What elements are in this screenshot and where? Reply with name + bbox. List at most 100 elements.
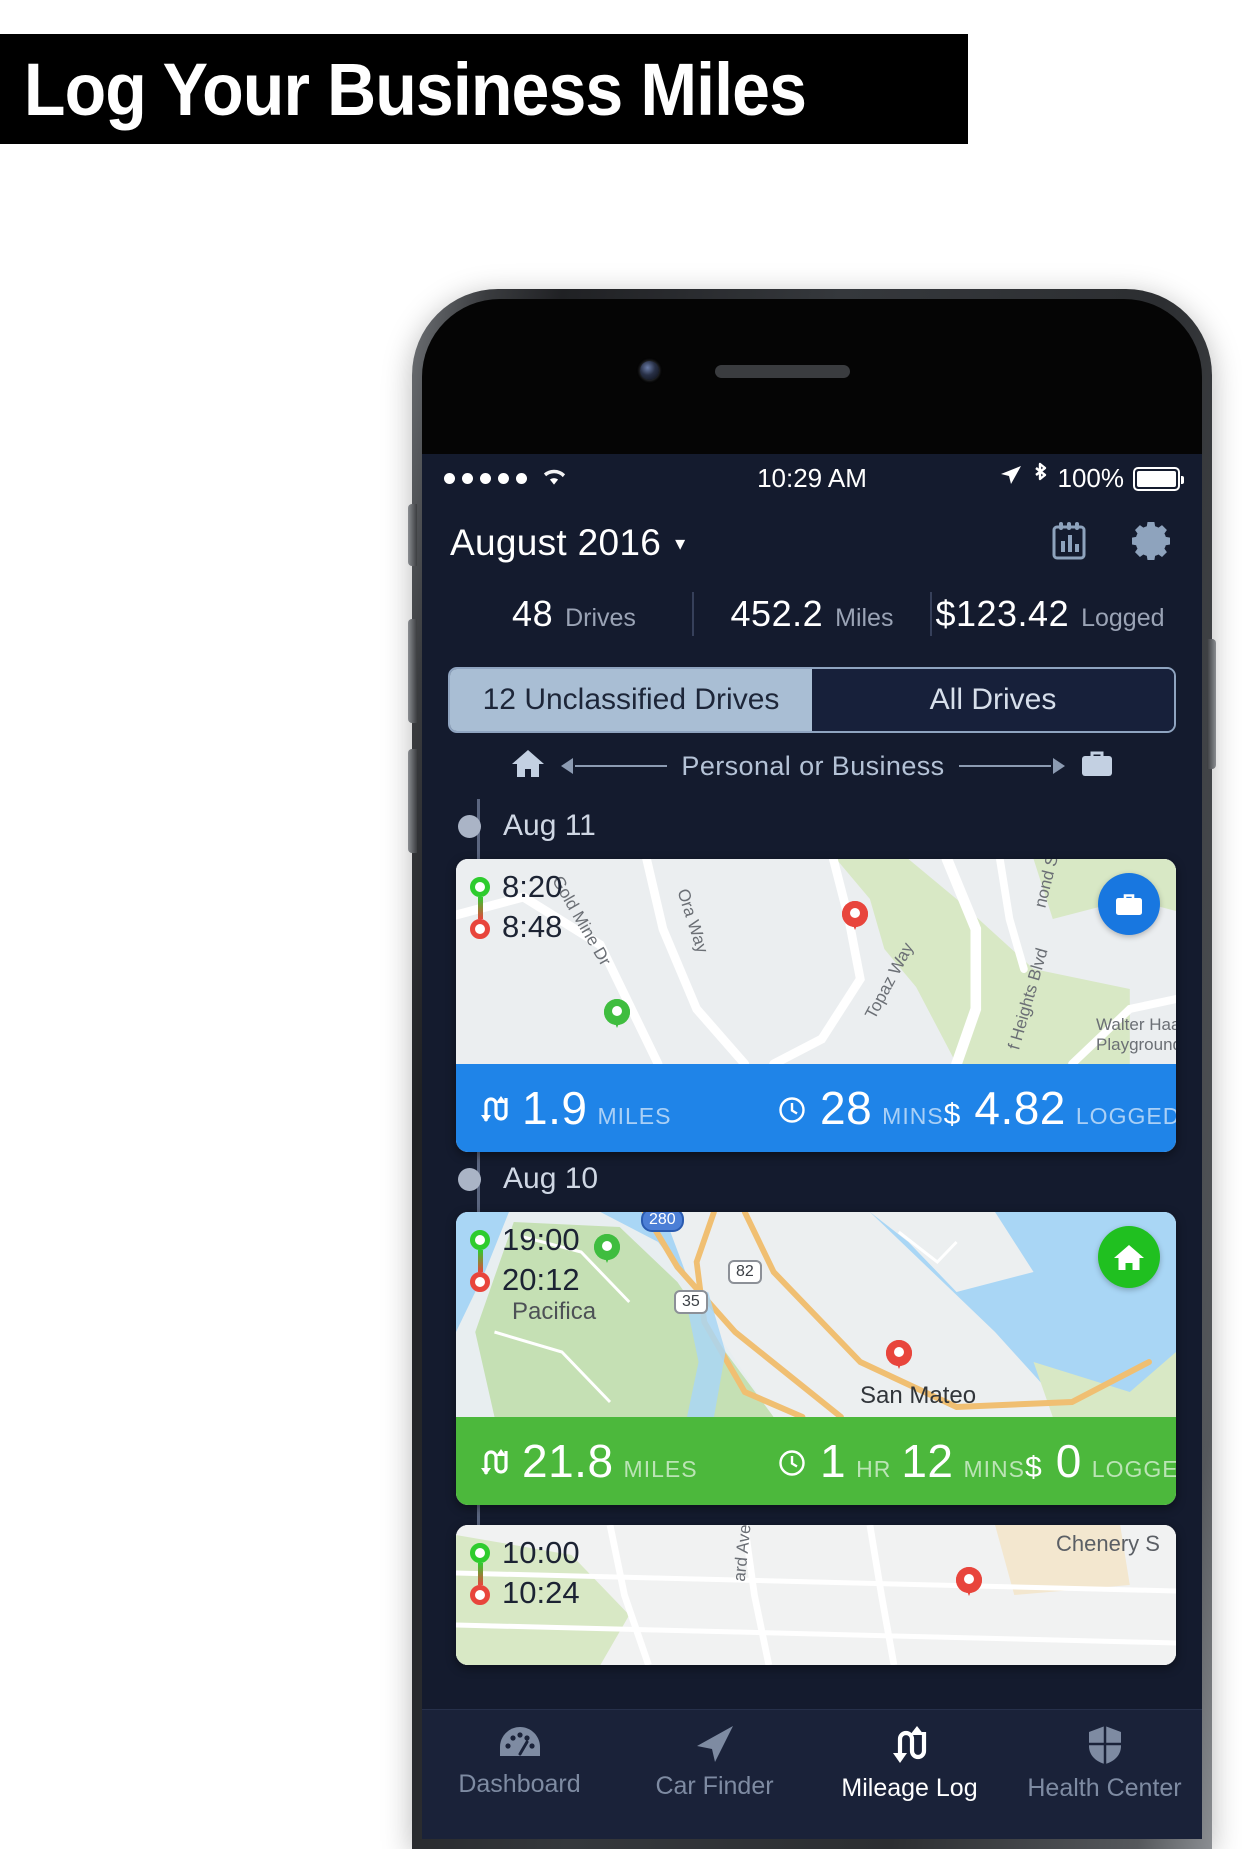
- distance-unit: MILES: [623, 1456, 698, 1482]
- gear-icon[interactable]: [1132, 520, 1174, 567]
- phone-bezel: 10:29 AM 100% August 2016 ▾ 48 Drives 45…: [422, 299, 1202, 1839]
- bluetooth-icon: [1032, 462, 1049, 495]
- drive-duration: 28 MINS: [778, 1081, 944, 1135]
- drive-map[interactable]: ard Ave Chenery S 10:00 10:24: [456, 1525, 1176, 1665]
- map-place-label: San Mateo: [860, 1382, 977, 1409]
- drive-summary-bar: 21.8 MILES 1 HR 12 MINS $ 0 LOGGE: [456, 1417, 1176, 1505]
- day-label: Aug 10: [503, 1162, 599, 1195]
- home-icon: [511, 748, 545, 785]
- signal-dot: [444, 473, 455, 484]
- highway-shield: 280: [641, 1212, 684, 1232]
- signal-dot: [462, 473, 473, 484]
- end-pin-icon: [470, 1585, 490, 1605]
- end-time: 8:48: [502, 909, 563, 944]
- drive-card[interactable]: Gold Mine Dr Ora Way Topaz Way f Heights…: [456, 859, 1176, 1152]
- battery-icon: [1133, 466, 1184, 491]
- volume-down-button: [408, 749, 417, 853]
- left-arrow-icon: [545, 757, 668, 775]
- status-bar-left: [444, 464, 812, 493]
- stat-label: Drives: [565, 604, 636, 632]
- tab-all-drives[interactable]: All Drives: [812, 669, 1174, 731]
- start-time: 8:20: [502, 869, 563, 904]
- duration-hours-value: 1: [820, 1435, 847, 1487]
- swipe-hint-text: Personal or Business: [681, 750, 945, 781]
- drive-card[interactable]: Pacifica San Mateo 280 82 35 19:00 20:12…: [456, 1212, 1176, 1505]
- amount-value: 0: [1055, 1435, 1082, 1487]
- highway-shield: 35: [674, 1290, 708, 1314]
- day-divider: Aug 11: [422, 799, 1202, 853]
- stat-value: 452.2: [730, 593, 824, 634]
- duration-value: 12: [901, 1435, 954, 1487]
- amount-label: LOGGED: [1075, 1103, 1176, 1129]
- headline-banner: Log Your Business Miles: [0, 34, 968, 144]
- front-camera: [640, 361, 659, 380]
- tab-car-finder[interactable]: Car Finder: [617, 1724, 812, 1801]
- drive-distance: 21.8 MILES: [478, 1434, 778, 1488]
- stat-label: Logged: [1081, 604, 1165, 632]
- drive-map[interactable]: Gold Mine Dr Ora Way Topaz Way f Heights…: [456, 859, 1176, 1064]
- tab-dashboard[interactable]: Dashboard: [422, 1724, 617, 1799]
- classification-badge-personal[interactable]: [1098, 1226, 1160, 1288]
- drive-distance: 1.9 MILES: [478, 1081, 778, 1135]
- tab-unclassified-drives[interactable]: 12 Unclassified Drives: [450, 669, 812, 731]
- summary-stats: 48 Drives 452.2 Miles $123.42 Logged: [450, 577, 1174, 651]
- duration-unit: MINS: [882, 1103, 944, 1129]
- duration-unit: MINS: [963, 1456, 1025, 1482]
- stat-miles: 452.2 Miles: [694, 593, 930, 635]
- currency-symbol: $: [1025, 1451, 1042, 1484]
- tab-health-center[interactable]: Health Center: [1007, 1724, 1202, 1803]
- end-time: 20:12: [502, 1262, 580, 1297]
- day-divider: Aug 10: [422, 1152, 1202, 1206]
- earpiece-speaker: [715, 365, 850, 378]
- map-place-label: Walter Haa Playground: [1096, 1015, 1176, 1054]
- currency-symbol: $: [943, 1098, 961, 1131]
- tab-mileage-log[interactable]: Mileage Log: [812, 1724, 1007, 1803]
- trip-pin-track: [470, 1537, 490, 1608]
- trip-connector: [477, 1563, 483, 1585]
- right-arrow-icon: [958, 757, 1067, 775]
- destination-pin-icon: [886, 1340, 912, 1366]
- map-street-label: Chenery S: [1056, 1531, 1160, 1556]
- wifi-icon: [540, 464, 568, 493]
- trip-connector: [477, 897, 483, 919]
- timeline-dot: [458, 1167, 481, 1191]
- end-pin-icon: [470, 919, 490, 939]
- origin-pin-icon: [604, 999, 630, 1025]
- destination-pin-icon: [842, 901, 868, 927]
- duration-value: 28: [820, 1082, 873, 1134]
- drive-card[interactable]: ard Ave Chenery S 10:00 10:24: [456, 1525, 1176, 1665]
- phone-frame: 10:29 AM 100% August 2016 ▾ 48 Drives 45…: [408, 289, 1216, 1849]
- destination-pin-icon: [956, 1567, 982, 1593]
- tab-label: Dashboard: [458, 1770, 581, 1798]
- signal-dot: [516, 473, 527, 484]
- status-bar-right: 100%: [812, 462, 1184, 495]
- drive-amount: $ 4.82 LOGGED: [944, 1081, 1176, 1135]
- amount-value: 4.82: [974, 1082, 1066, 1134]
- month-selector[interactable]: August 2016 ▾: [450, 522, 685, 564]
- reports-chart-icon[interactable]: [1050, 521, 1088, 566]
- road-loop-icon: [478, 1447, 508, 1485]
- trip-connector: [477, 1250, 483, 1272]
- stat-value: 48: [512, 593, 554, 634]
- app-screen: 10:29 AM 100% August 2016 ▾ 48 Drives 45…: [422, 454, 1202, 1839]
- chevron-down-icon: ▾: [675, 532, 686, 555]
- power-button: [1207, 639, 1216, 769]
- signal-dot: [480, 473, 491, 484]
- day-label: Aug 11: [503, 809, 596, 842]
- app-header: August 2016 ▾ 48 Drives 452.2 Miles $123…: [422, 503, 1202, 651]
- stat-drives: 48 Drives: [456, 593, 692, 635]
- classification-badge-business[interactable]: [1098, 873, 1160, 935]
- stat-value: $123.42: [935, 593, 1070, 634]
- location-arrow-icon: [999, 463, 1023, 494]
- drive-times: 10:00 10:24: [470, 1537, 580, 1608]
- month-label: August 2016: [450, 522, 662, 563]
- drive-summary-bar: 1.9 MILES 28 MINS $ 4.82 LOGGED: [456, 1064, 1176, 1152]
- origin-pin-icon: [594, 1234, 620, 1260]
- trip-pin-track: [470, 871, 490, 942]
- drive-times: 8:20 8:48: [470, 871, 562, 942]
- drive-map[interactable]: Pacifica San Mateo 280 82 35 19:00 20:12: [456, 1212, 1176, 1417]
- distance-value: 21.8: [522, 1435, 614, 1487]
- start-pin-icon: [470, 1543, 490, 1563]
- map-place-label: Pacifica: [512, 1298, 597, 1325]
- highway-shield: 82: [728, 1260, 762, 1284]
